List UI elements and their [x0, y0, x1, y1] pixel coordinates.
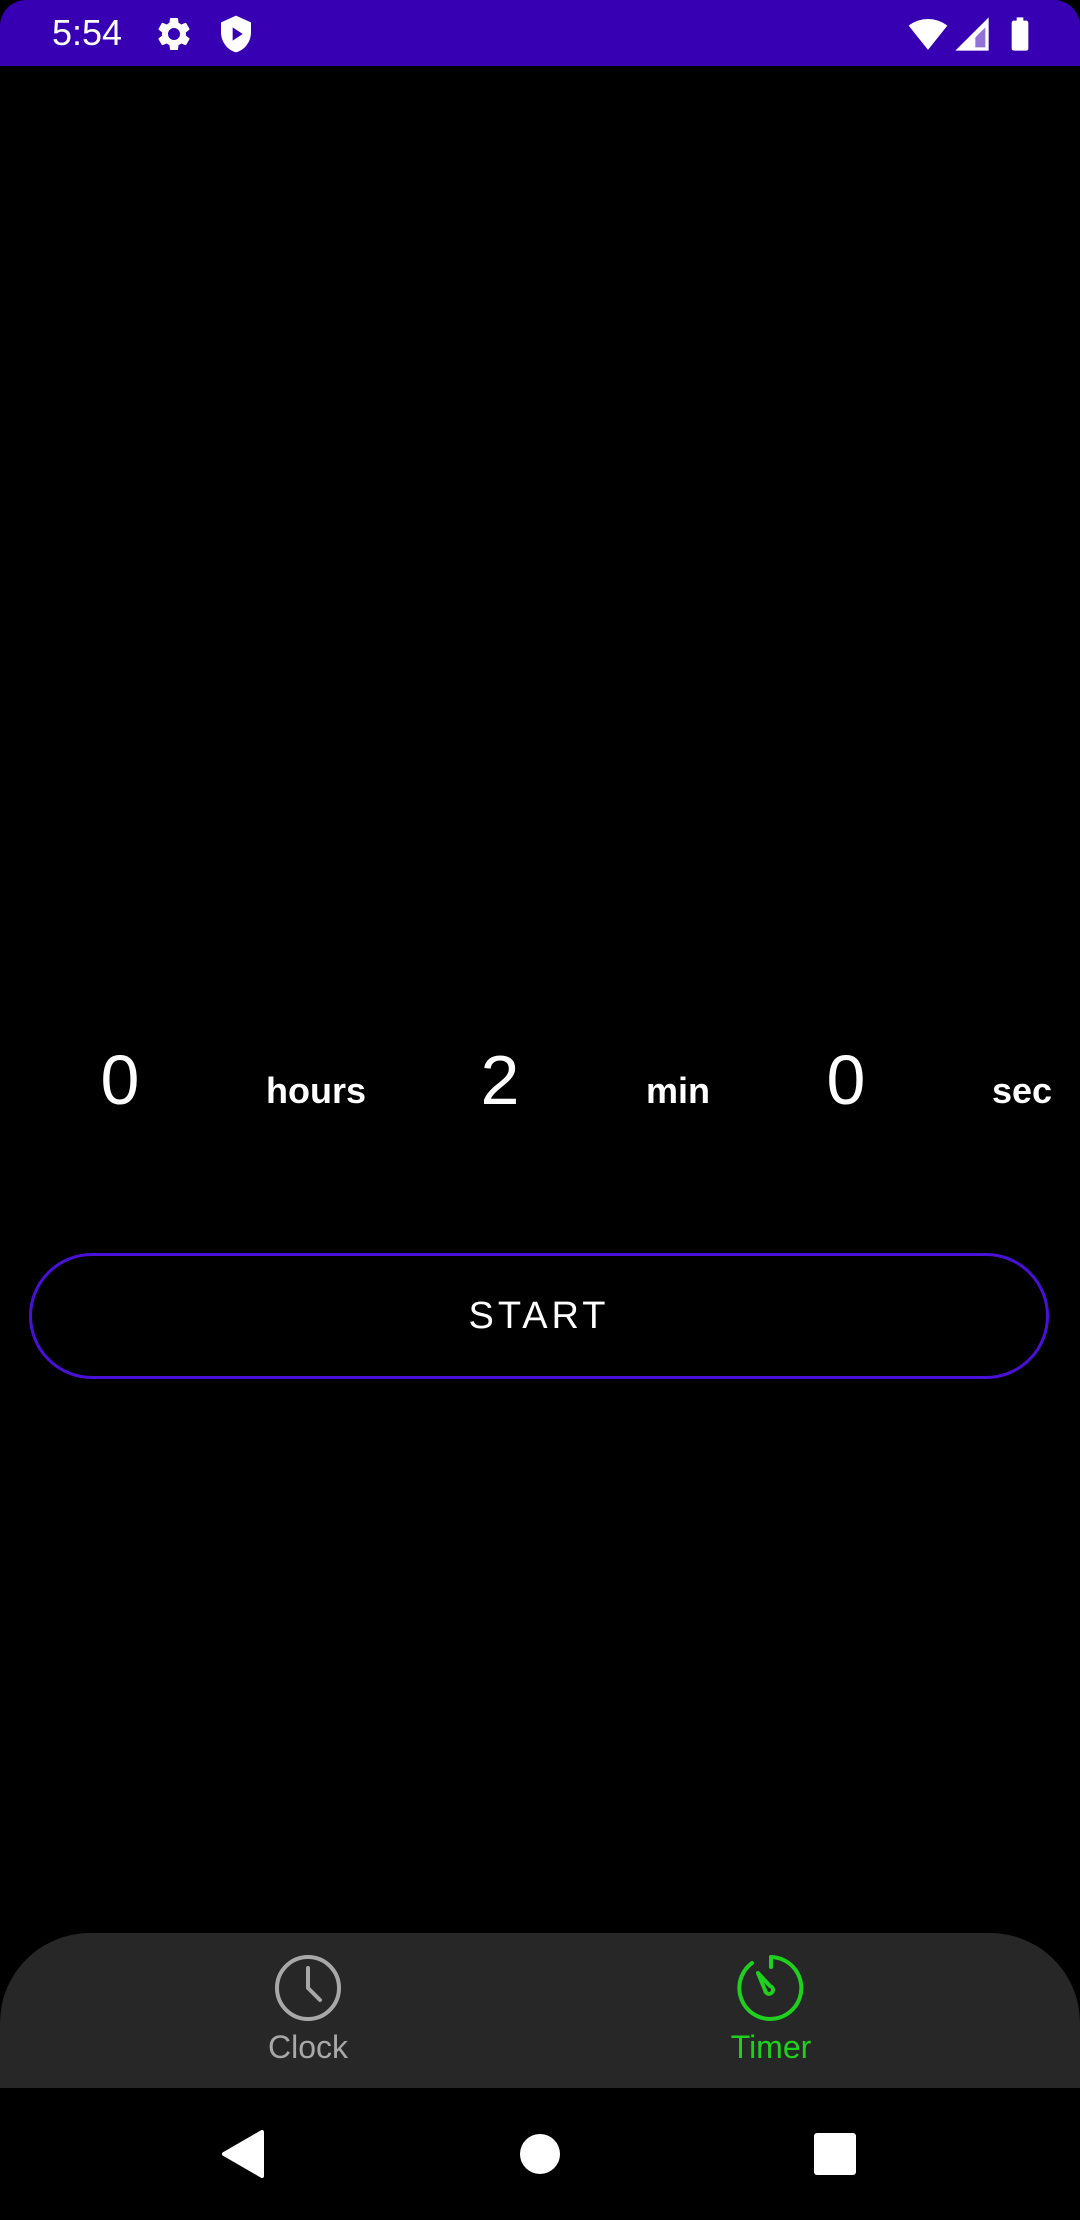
battery-icon: [1011, 17, 1029, 51]
shield-play-icon: [221, 15, 251, 53]
nav-label-timer: Timer: [730, 2029, 812, 2065]
start-button-label: START: [468, 1294, 610, 1337]
recents-icon[interactable]: [801, 2120, 869, 2188]
system-navigation-bar: [0, 2088, 1080, 2220]
minutes-unit-label: min: [646, 1070, 711, 1111]
bottom-navigation: Clock Timer: [0, 1933, 1080, 2088]
screen: 5:54 0 hours 2 min 0 sec START Clock Tim…: [0, 0, 1080, 2220]
nav-item-timer[interactable]: Timer: [621, 1933, 921, 2088]
cell-signal-icon: [955, 17, 989, 51]
nav-label-clock: Clock: [267, 2029, 348, 2065]
hours-value[interactable]: 0: [60, 1040, 180, 1120]
home-icon[interactable]: [506, 2120, 574, 2188]
back-icon[interactable]: [210, 2120, 278, 2188]
gear-icon: [158, 17, 190, 50]
seconds-value[interactable]: 0: [786, 1040, 906, 1120]
status-bar: 5:54: [0, 0, 1080, 66]
stopwatch-icon: [737, 1955, 804, 2021]
clock-icon: [275, 1955, 341, 2021]
start-button[interactable]: START: [29, 1253, 1049, 1379]
status-time: 5:54: [52, 12, 123, 53]
nav-item-clock[interactable]: Clock: [158, 1933, 458, 2088]
hours-unit-label: hours: [266, 1070, 367, 1111]
minutes-value[interactable]: 2: [440, 1040, 560, 1120]
seconds-unit-label: sec: [992, 1070, 1053, 1111]
wifi-icon: [908, 19, 948, 50]
